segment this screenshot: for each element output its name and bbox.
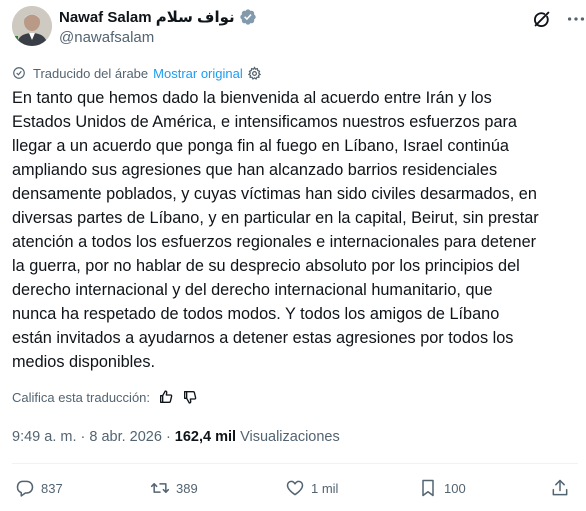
rate-translation-label: Califica esta traducción:	[12, 389, 151, 405]
tweet-header: Nawaf Salam نواف سلام @nawafsalam	[12, 6, 585, 50]
grok-icon[interactable]	[531, 8, 553, 30]
heart-icon	[286, 480, 304, 496]
show-original-link[interactable]: Mostrar original	[153, 66, 243, 81]
reply-count: 837	[41, 480, 63, 496]
like-button[interactable]: 1 mil	[285, 476, 338, 500]
bookmark-count: 100	[444, 480, 466, 496]
avatar[interactable]	[12, 6, 52, 46]
thumbs-up-icon[interactable]	[158, 389, 174, 405]
verified-badge-icon	[239, 9, 256, 25]
thumbs-down-icon[interactable]	[182, 389, 198, 405]
repost-count: 389	[176, 480, 198, 496]
share-button[interactable]	[550, 476, 570, 500]
more-options-icon[interactable]	[565, 8, 586, 30]
like-count: 1 mil	[311, 480, 339, 496]
rate-translation: Califica esta traducción:	[12, 388, 198, 406]
repost-button[interactable]: 389	[150, 476, 198, 500]
reply-icon	[16, 480, 34, 497]
divider	[12, 463, 578, 464]
user-names: Nawaf Salam نواف سلام @nawafsalam	[59, 6, 257, 46]
views-count: 162,4 mil	[174, 429, 237, 445]
views-label: Visualizaciones	[240, 429, 340, 445]
display-name[interactable]: Nawaf Salam نواف سلام	[59, 8, 235, 26]
translate-icon	[13, 67, 25, 79]
bookmark-button[interactable]: 100	[418, 476, 466, 500]
user-handle[interactable]: @nawafsalam	[59, 29, 257, 46]
translated-from-label: Traducido del árabe	[33, 65, 149, 81]
reply-button[interactable]: 837	[15, 476, 63, 500]
tweet-meta: 9:49 a. m. · 8 abr. 2026 · 162,4 mil Vis…	[12, 427, 340, 447]
translation-notice: Traducido del árabe Mostrar original	[12, 64, 262, 82]
action-bar: 837 389 1 mil 100	[0, 476, 586, 500]
gear-icon[interactable]	[247, 65, 262, 81]
timestamp[interactable]: 9:49 a. m. · 8 abr. 2026 ·	[12, 429, 171, 445]
bookmark-icon	[422, 479, 434, 497]
tweet-text: En tanto que hemos dado la bienvenida al…	[12, 89, 539, 371]
repost-icon	[150, 483, 170, 493]
share-icon	[552, 479, 568, 496]
